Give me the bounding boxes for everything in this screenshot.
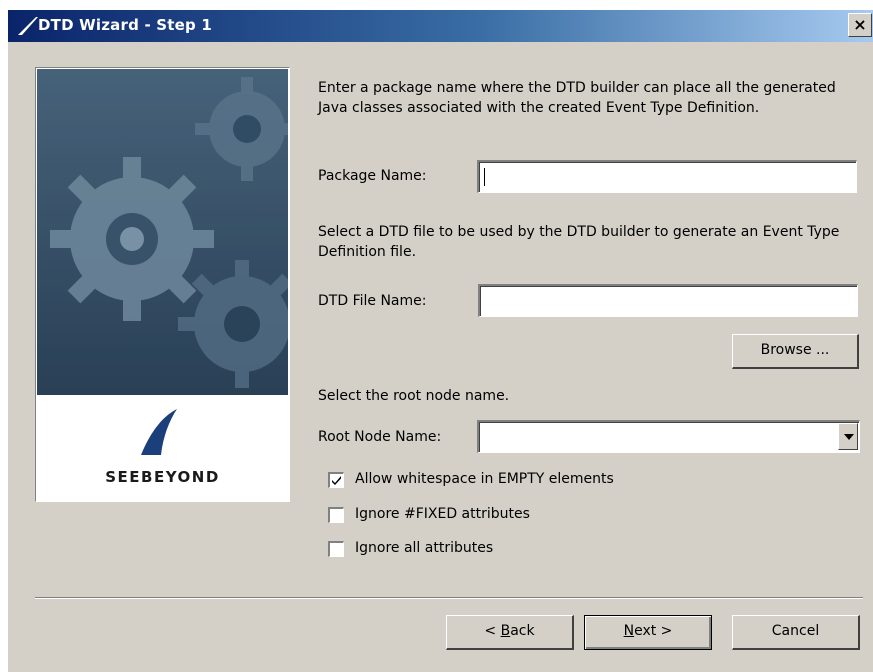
package-instructions: Enter a package name where the DTD build… — [318, 80, 836, 116]
next-label-rest: ext > — [634, 623, 673, 639]
gears-illustration — [37, 69, 288, 395]
dtd-wizard-dialog: DTD Wizard - Step 1 × SEEBEYOND Enter a … — [8, 10, 873, 672]
package-name-label: Package Name: — [318, 168, 427, 184]
checkmark-icon — [332, 476, 341, 485]
back-label-rest: ack — [510, 623, 535, 639]
wizard-side-panel: SEEBEYOND — [35, 67, 290, 502]
back-mnemonic: B — [500, 623, 511, 639]
ignore-fixed-attributes-label[interactable]: Ignore #FIXED attributes — [355, 504, 530, 524]
cancel-button[interactable]: Cancel — [732, 615, 860, 650]
seebeyond-logo-text: SEEBEYOND — [105, 468, 220, 486]
browse-button[interactable]: Browse ... — [732, 334, 859, 369]
title-bar: DTD Wizard - Step 1 × — [8, 10, 873, 42]
root-node-instructions: Select the root node name. — [318, 388, 510, 404]
dtd-file-name-label: DTD File Name: — [318, 293, 427, 309]
allow-whitespace-checkbox[interactable] — [328, 472, 344, 488]
next-mnemonic: N — [623, 623, 635, 639]
back-button[interactable]: < Back — [446, 615, 574, 650]
window-title: DTD Wizard - Step 1 — [38, 16, 213, 34]
footer-separator — [35, 597, 863, 599]
text-caret — [484, 168, 485, 186]
ignore-fixed-attributes-checkbox[interactable] — [328, 507, 344, 523]
gears-image — [37, 69, 288, 395]
ignore-all-attributes-label[interactable]: Ignore all attributes — [355, 538, 493, 558]
chevron-down-icon[interactable] — [838, 423, 858, 450]
dtd-instructions: Select a DTD file to be used by the DTD … — [318, 224, 840, 260]
allow-whitespace-label[interactable]: Allow whitespace in EMPTY elements — [355, 469, 614, 489]
seebeyond-app-icon — [18, 17, 38, 35]
ignore-all-attributes-checkbox[interactable] — [328, 541, 344, 557]
root-node-name-label: Root Node Name: — [318, 429, 442, 445]
close-icon: × — [853, 15, 867, 34]
seebeyond-logo-icon — [141, 409, 177, 455]
back-prefix: < — [484, 623, 501, 639]
close-button[interactable]: × — [848, 13, 872, 37]
package-name-input[interactable] — [477, 160, 857, 193]
root-node-name-combobox[interactable] — [477, 420, 860, 453]
dtd-file-name-input[interactable] — [478, 284, 858, 317]
next-button[interactable]: Next > — [584, 615, 712, 650]
